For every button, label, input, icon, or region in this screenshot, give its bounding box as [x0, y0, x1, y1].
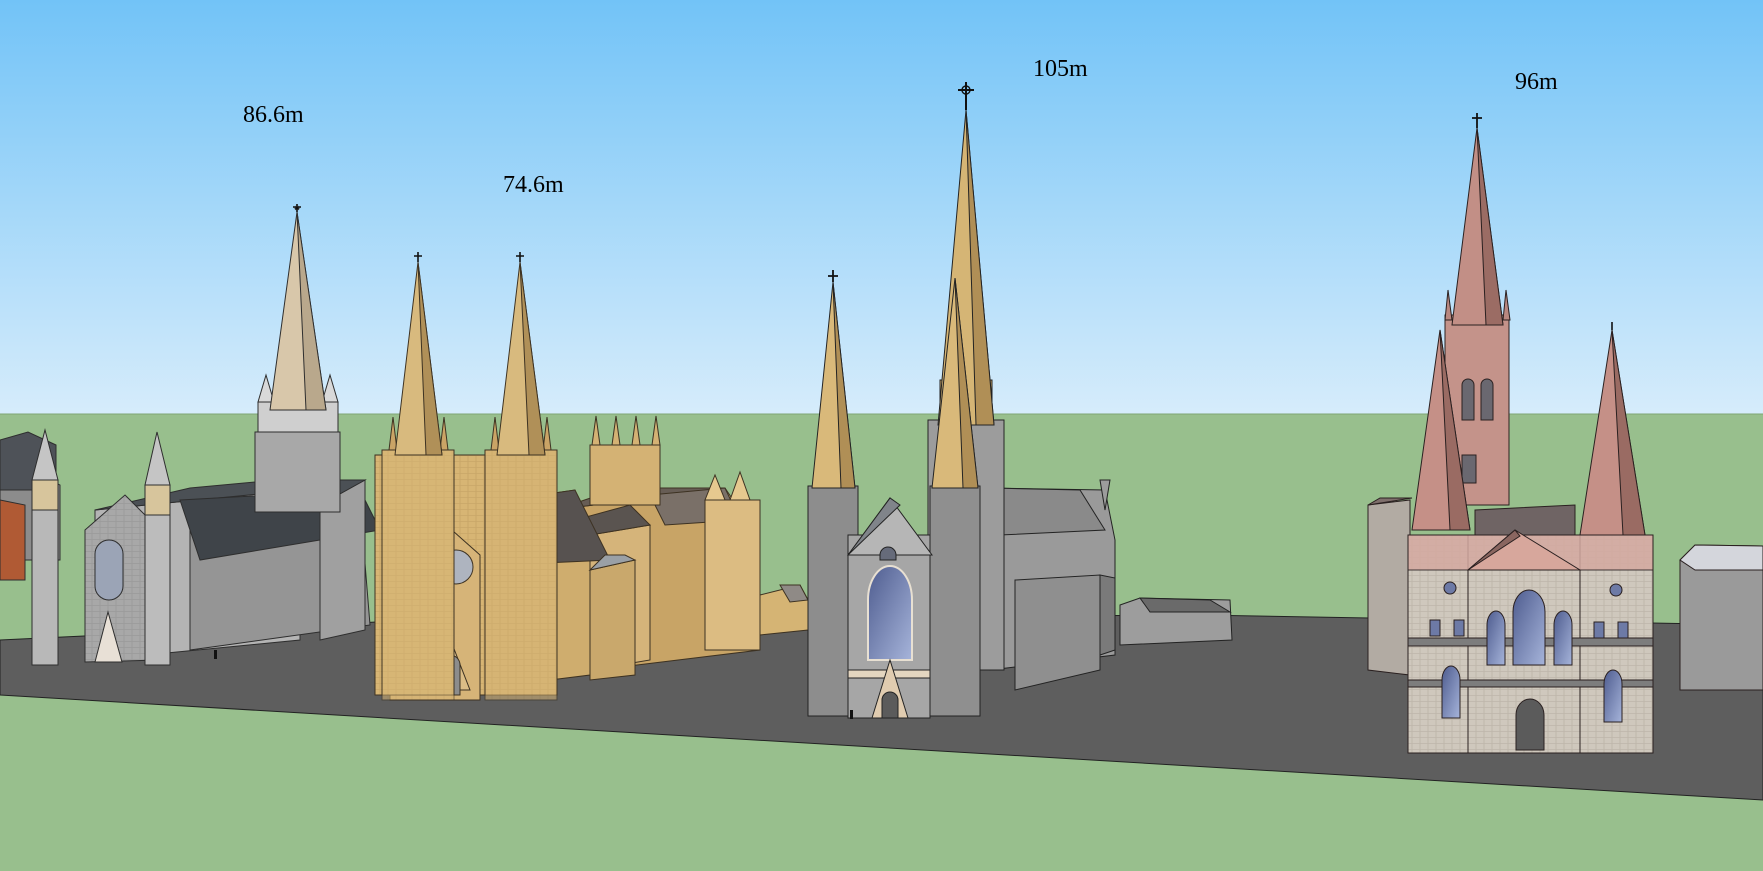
grey-tower-left	[254, 431, 341, 513]
height-label-rose-right: 96m	[1515, 69, 1558, 95]
height-label-grey-left: 86.6m	[243, 102, 304, 128]
height-label-grey-center: 105m	[1033, 56, 1088, 82]
sandstone-crossing-tower	[589, 444, 661, 506]
height-label-sandstone: 74.6m	[503, 172, 564, 198]
cathedral-comparison-scene	[0, 0, 1763, 871]
